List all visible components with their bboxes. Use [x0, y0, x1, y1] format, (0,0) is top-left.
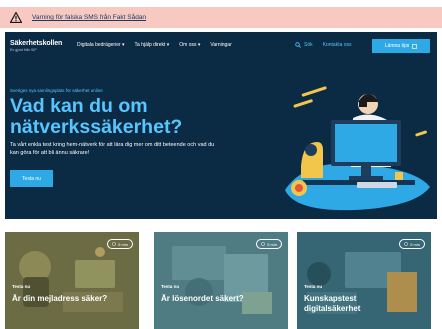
- time-value: 5 min: [410, 241, 420, 247]
- search-label: Sök: [304, 42, 313, 48]
- warning-icon: [10, 12, 22, 23]
- hero-title: Vad kan du om nätverkssäkerhet?: [10, 95, 183, 138]
- quiz-card-losenord[interactable]: 5 min Testa nu Är lösenordet säkert?: [154, 232, 288, 329]
- search-button[interactable]: Sök: [295, 42, 313, 48]
- clock-icon: [261, 242, 266, 246]
- time-value: 5 min: [118, 241, 128, 247]
- tips-button[interactable]: Lämna tips: [372, 39, 430, 53]
- card-title: Är lösenordet säkert?: [161, 294, 244, 303]
- hero-section: Säkerhetskollen En gjord från SIP Digita…: [5, 32, 437, 219]
- time-badge: 5 min: [399, 239, 425, 249]
- quiz-cards: 5 min Testa nu Är din mejladress säker? …: [0, 232, 442, 329]
- time-value: 5 min: [267, 241, 277, 247]
- card-label: Testa nu: [12, 284, 31, 289]
- hero-eyebrow: Sveriges nya samlingsplats för säkerhet …: [10, 88, 103, 93]
- search-icon: [295, 42, 301, 48]
- time-badge: 5 min: [107, 239, 133, 249]
- alert-banner: Varning för falska SMS från Fakt Sådan: [0, 7, 442, 28]
- card-label: Testa nu: [161, 284, 180, 289]
- card-label: Testa nu: [304, 284, 323, 289]
- arrow-icon: [412, 43, 418, 49]
- card-title: Är din mejladress säker?: [12, 294, 108, 303]
- nav-item-om-oss[interactable]: Om oss ▾: [179, 42, 200, 48]
- time-badge: 5 min: [256, 239, 282, 249]
- nav-item-varningar[interactable]: Varningar: [210, 42, 231, 48]
- clock-icon: [404, 242, 409, 246]
- logo-name: Säkerhetskollen: [10, 40, 63, 47]
- nav-item-ta-hjalp-direkt[interactable]: Ta hjälp direkt ▾: [135, 42, 170, 48]
- clock-icon: [112, 242, 117, 246]
- hero-lead: Ta vårt enkla test kring hem-nätverk för…: [10, 142, 215, 156]
- nav-links: Digitala bedrägerier ▾ Ta hjälp direkt ▾…: [77, 42, 232, 48]
- logo-tagline: En gjord från SIP: [10, 48, 37, 52]
- hero-illustration: [285, 86, 430, 211]
- main-nav: Säkerhetskollen En gjord från SIP Digita…: [5, 32, 437, 60]
- alert-link[interactable]: Varning för falska SMS från Fakt Sådan: [32, 14, 146, 21]
- site-logo[interactable]: Säkerhetskollen En gjord från SIP: [10, 40, 62, 52]
- hero-test-button[interactable]: Testa nu: [10, 170, 53, 187]
- nav-utilities: Sök Kontakta oss: [295, 42, 352, 48]
- tips-button-label: Lämna tips: [384, 43, 410, 49]
- nav-item-digitala-bedragerier[interactable]: Digitala bedrägerier ▾: [77, 42, 125, 48]
- contact-link[interactable]: Kontakta oss: [323, 42, 352, 48]
- quiz-card-mejladress[interactable]: 5 min Testa nu Är din mejladress säker?: [5, 232, 139, 329]
- quiz-card-kunskapstest[interactable]: 5 min Testa nu Kunskapstest digitalsäker…: [297, 232, 431, 329]
- card-title: Kunskapstest digitalsäkerhet: [304, 294, 361, 313]
